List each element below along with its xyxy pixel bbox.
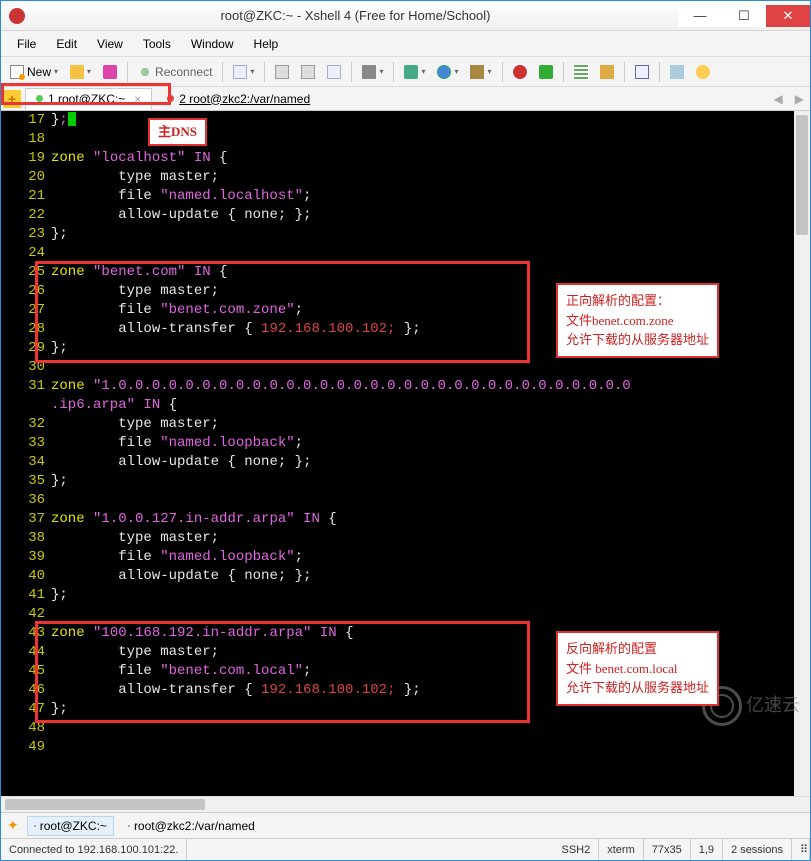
status-bar: Connected to 192.168.100.101:22. SSH2 xt… [1, 838, 810, 860]
session-icon [34, 825, 36, 827]
swap-button[interactable]: ▾ [465, 61, 496, 83]
session-item-1[interactable]: root@ZKC:~ [27, 816, 114, 836]
tile-button[interactable] [569, 61, 593, 83]
lock-icon [600, 65, 614, 79]
app-icon [9, 8, 25, 24]
color-icon [404, 65, 418, 79]
new-button[interactable]: New▾ [5, 61, 63, 83]
rec-button[interactable] [508, 61, 532, 83]
find-button[interactable] [322, 61, 346, 83]
find-icon [327, 65, 341, 79]
new-label: New [27, 65, 51, 79]
color-button[interactable]: ▾ [399, 61, 430, 83]
menu-tools[interactable]: Tools [133, 37, 181, 51]
pin-icon[interactable]: ✦ [7, 817, 19, 834]
tab-add-button[interactable]: + [3, 90, 21, 108]
options-button[interactable] [665, 61, 689, 83]
doc-icon [233, 65, 247, 79]
session-label: root@zkc2:/var/named [134, 819, 255, 833]
tab-bar: + 1 root@ZKC:~ × 2 root@zkc2:/var/named … [1, 87, 810, 111]
play-icon [539, 65, 553, 79]
tab-scroll-right[interactable]: ▶ [791, 92, 808, 106]
status-protocol: SSH2 [553, 839, 599, 860]
status-size: 77x35 [644, 839, 691, 860]
minimize-button[interactable]: — [678, 5, 722, 27]
maximize-button[interactable]: ☐ [722, 5, 766, 27]
menu-edit[interactable]: Edit [46, 37, 87, 51]
globe-icon [437, 65, 451, 79]
play-button[interactable] [534, 61, 558, 83]
window-title: root@ZKC:~ - Xshell 4 (Free for Home/Sch… [33, 8, 678, 23]
tab-label: 2 root@zkc2:/var/named [179, 92, 310, 106]
scrollbar-horizontal[interactable] [1, 796, 810, 812]
status-term: xterm [599, 839, 644, 860]
reconnect-label: Reconnect [155, 65, 212, 79]
toolbar: New▾ ▾ Reconnect ▾ ▾ ▾ ▾ ▾ [1, 57, 810, 87]
lock-button[interactable] [595, 61, 619, 83]
session-label: root@ZKC:~ [40, 819, 107, 833]
annotation-forward-config: 正向解析的配置： 文件benet.com.zone 允许下载的从服务器地址 [556, 283, 719, 358]
tab-session-1[interactable]: 1 root@ZKC:~ × [25, 88, 152, 110]
grid-icon [574, 65, 588, 79]
titlebar: root@ZKC:~ - Xshell 4 (Free for Home/Sch… [1, 1, 810, 31]
key-button[interactable] [98, 61, 122, 83]
folder-icon [70, 65, 84, 79]
menu-view[interactable]: View [87, 37, 133, 51]
lang-button[interactable]: ▾ [432, 61, 463, 83]
print-icon [362, 65, 376, 79]
options-icon [670, 65, 684, 79]
help-button[interactable] [691, 61, 715, 83]
copy-icon [275, 65, 289, 79]
bulb-icon [696, 65, 710, 79]
prop-button[interactable]: ▾ [228, 61, 259, 83]
close-button[interactable]: ✕ [766, 5, 810, 27]
menu-help[interactable]: Help [244, 37, 289, 51]
status-position: 1,9 [691, 839, 723, 860]
status-connection: Connected to 192.168.100.101:22. [1, 839, 187, 860]
copy-button[interactable] [270, 61, 294, 83]
reconnect-button[interactable]: Reconnect [133, 61, 217, 83]
reconnect-icon [138, 65, 152, 79]
session-item-2[interactable]: root@zkc2:/var/named [122, 817, 261, 835]
menu-window[interactable]: Window [181, 37, 244, 51]
win-icon [635, 65, 649, 79]
rec-icon [513, 65, 527, 79]
swap-icon [470, 65, 484, 79]
terminal[interactable]: 1718192021222324252627282930313233343536… [1, 111, 810, 796]
annotation-main-dns: 主DNS [148, 118, 207, 146]
status-dot-icon [167, 95, 174, 102]
session-bar: ✦ root@ZKC:~ root@zkc2:/var/named [1, 812, 810, 838]
tab-label: 1 root@ZKC:~ [48, 92, 125, 106]
paste-button[interactable] [296, 61, 320, 83]
status-dot-icon [36, 95, 43, 102]
session-icon [128, 825, 130, 827]
menubar: File Edit View Tools Window Help [1, 31, 810, 57]
key-icon [103, 65, 117, 79]
scrollbar-vertical[interactable] [794, 111, 810, 796]
tab-session-2[interactable]: 2 root@zkc2:/var/named [156, 88, 321, 110]
print-button[interactable]: ▾ [357, 61, 388, 83]
open-button[interactable]: ▾ [65, 61, 96, 83]
status-grip[interactable]: ⠿ [792, 839, 810, 860]
status-sessions: 2 sessions [723, 839, 792, 860]
new-icon [10, 65, 24, 79]
tab-scroll-left[interactable]: ◀ [770, 92, 787, 106]
annotation-reverse-config: 反向解析的配置 文件 benet.com.local 允许下载的从服务器地址 [556, 631, 719, 706]
paste-icon [301, 65, 315, 79]
menu-file[interactable]: File [7, 37, 46, 51]
tab-close-icon[interactable]: × [134, 92, 141, 106]
cascade-button[interactable] [630, 61, 654, 83]
line-gutter: 1718192021222324252627282930313233343536… [1, 111, 51, 757]
